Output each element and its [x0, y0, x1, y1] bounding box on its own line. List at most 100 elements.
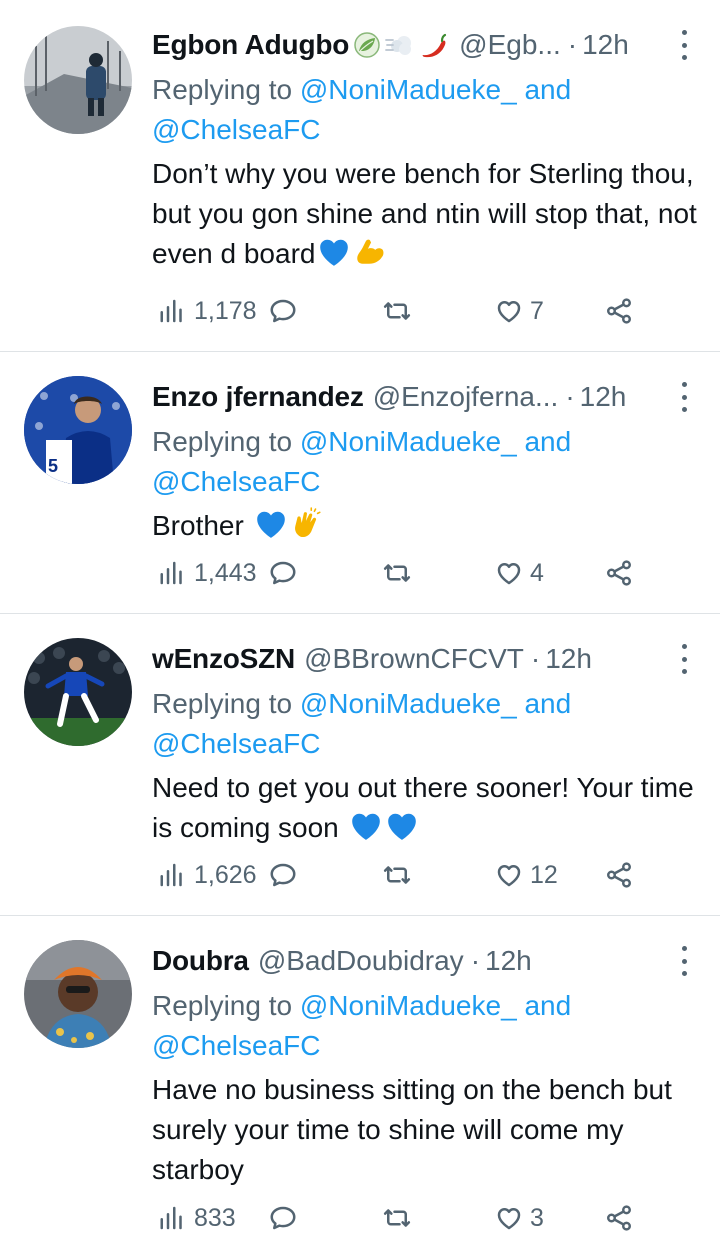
like-button[interactable]: 12 [494, 855, 558, 895]
tweet-header: Egbon Adugbo @Egb... · 12h [152, 20, 697, 70]
like-button[interactable]: 7 [494, 291, 544, 331]
reply-and[interactable]: and [524, 688, 571, 719]
views-button[interactable]: 833 [158, 1198, 236, 1238]
replying-prefix: Replying to [152, 426, 293, 457]
share-icon [607, 1205, 631, 1231]
reply-and[interactable]: and [524, 990, 571, 1021]
user-handle[interactable]: @BBrownCFCVT [304, 634, 524, 684]
avatar[interactable] [24, 638, 132, 746]
replying-to: Replying to @NoniMadueke_ and @ChelseaFC [152, 684, 697, 764]
tweet-body: Don’t why you were bench for Sterling th… [152, 154, 697, 274]
chili-icon [421, 33, 447, 59]
share-button[interactable] [604, 553, 634, 593]
timestamp[interactable]: 12h [580, 372, 627, 422]
user-handle[interactable]: @Enzojferna... [373, 372, 559, 422]
reply-mention-1[interactable]: @NoniMadueke_ [300, 990, 517, 1021]
retweet-button[interactable] [382, 291, 418, 331]
avatar[interactable]: 5 [24, 376, 132, 484]
share-button[interactable] [604, 855, 634, 895]
more-options-icon[interactable] [678, 644, 690, 674]
display-name[interactable]: wEnzoSZN [152, 634, 295, 684]
tweet-text: Brother [152, 510, 244, 541]
tweet-body: Have no business sitting on the bench bu… [152, 1070, 697, 1190]
like-icon [497, 301, 521, 323]
reply-button[interactable] [268, 1198, 298, 1238]
timestamp[interactable]: 12h [485, 936, 532, 986]
views-icon [160, 561, 182, 585]
views-button[interactable]: 1,626 [158, 855, 257, 895]
reply-mention-1[interactable]: @NoniMadueke_ [300, 426, 517, 457]
share-button[interactable] [604, 291, 634, 331]
views-icon [160, 299, 182, 323]
reply-mention-2[interactable]: @ChelseaFC [152, 728, 320, 759]
timestamp[interactable]: 12h [582, 20, 629, 70]
retweet-icon [383, 1209, 411, 1227]
reply-mention-2[interactable]: @ChelseaFC [152, 114, 320, 145]
like-count: 12 [530, 860, 558, 889]
views-count: 1,443 [194, 558, 257, 587]
views-count: 833 [194, 1203, 236, 1232]
views-icon [160, 1206, 182, 1230]
avatar[interactable] [24, 26, 132, 134]
reply-button[interactable] [268, 855, 298, 895]
tweet-card[interactable]: 5 Enzo jfernandez @Enzojferna... · 12h R… [0, 352, 720, 614]
reply-and[interactable]: and [524, 74, 571, 105]
display-name[interactable]: Egbon Adugbo [152, 20, 349, 70]
action-bar: 1,443 4 [158, 553, 638, 593]
tweet-body: Need to get you out there sooner! Your t… [152, 768, 697, 848]
more-options-icon[interactable] [678, 382, 690, 412]
reply-icon [270, 561, 296, 585]
like-count: 3 [530, 1203, 544, 1232]
reply-mention-2[interactable]: @ChelseaFC [152, 466, 320, 497]
flexed-biceps-icon [357, 239, 384, 264]
views-button[interactable]: 1,443 [158, 553, 257, 593]
share-button[interactable] [604, 1198, 634, 1238]
like-button[interactable]: 4 [494, 553, 544, 593]
views-count: 1,178 [194, 296, 257, 325]
timestamp[interactable]: 12h [545, 634, 592, 684]
tweet-card[interactable]: wEnzoSZN @BBrownCFCVT · 12h Replying to … [0, 614, 720, 916]
tweet-header: Doubra @BadDoubidray · 12h [152, 936, 697, 986]
action-bar: 833 3 [158, 1198, 638, 1238]
tweet-card[interactable]: Egbon Adugbo @Egb... · 12h Replying to @… [0, 0, 720, 352]
separator-dot: · [567, 29, 578, 60]
share-icon [607, 862, 631, 888]
reply-button[interactable] [268, 291, 298, 331]
retweet-button[interactable] [382, 855, 418, 895]
user-handle[interactable]: @Egb... [459, 20, 561, 70]
more-options-icon[interactable] [678, 946, 690, 976]
reply-icon [270, 299, 296, 323]
retweet-icon [383, 302, 411, 320]
reply-mention-1[interactable]: @NoniMadueke_ [300, 688, 517, 719]
display-name[interactable]: Doubra [152, 936, 249, 986]
svg-text:5: 5 [48, 456, 58, 476]
tweet-header: Enzo jfernandez @Enzojferna... · 12h [152, 372, 697, 422]
like-button[interactable]: 3 [494, 1198, 544, 1238]
replying-to: Replying to @NoniMadueke_ and @ChelseaFC [152, 986, 697, 1066]
tweet-card[interactable]: Doubra @BadDoubidray · 12h Replying to @… [0, 916, 720, 1246]
reply-icon [270, 863, 296, 887]
tweet-header: wEnzoSZN @BBrownCFCVT · 12h [152, 634, 697, 684]
reply-and[interactable]: and [524, 426, 571, 457]
avatar[interactable] [24, 940, 132, 1048]
retweet-icon [383, 564, 411, 582]
replying-to: Replying to @NoniMadueke_ and @ChelseaFC [152, 70, 697, 150]
tweet-text: Don’t why you were bench for Sterling th… [152, 158, 697, 269]
display-name[interactable]: Enzo jfernandez [152, 372, 364, 422]
views-icon [160, 863, 182, 887]
reply-mention-2[interactable]: @ChelseaFC [152, 1030, 320, 1061]
views-button[interactable]: 1,178 [158, 291, 257, 331]
separator-dot: · [530, 643, 541, 674]
reply-mention-1[interactable]: @NoniMadueke_ [300, 74, 517, 105]
blue-heart-icon [351, 813, 380, 840]
views-count: 1,626 [194, 860, 257, 889]
retweet-button[interactable] [382, 553, 418, 593]
reply-button[interactable] [268, 553, 298, 593]
user-handle[interactable]: @BadDoubidray [258, 936, 464, 986]
like-icon [497, 1208, 521, 1230]
replying-prefix: Replying to [152, 688, 293, 719]
retweet-button[interactable] [382, 1198, 418, 1238]
retweet-icon [383, 866, 411, 884]
more-options-icon[interactable] [678, 30, 690, 60]
replying-prefix: Replying to [152, 74, 293, 105]
